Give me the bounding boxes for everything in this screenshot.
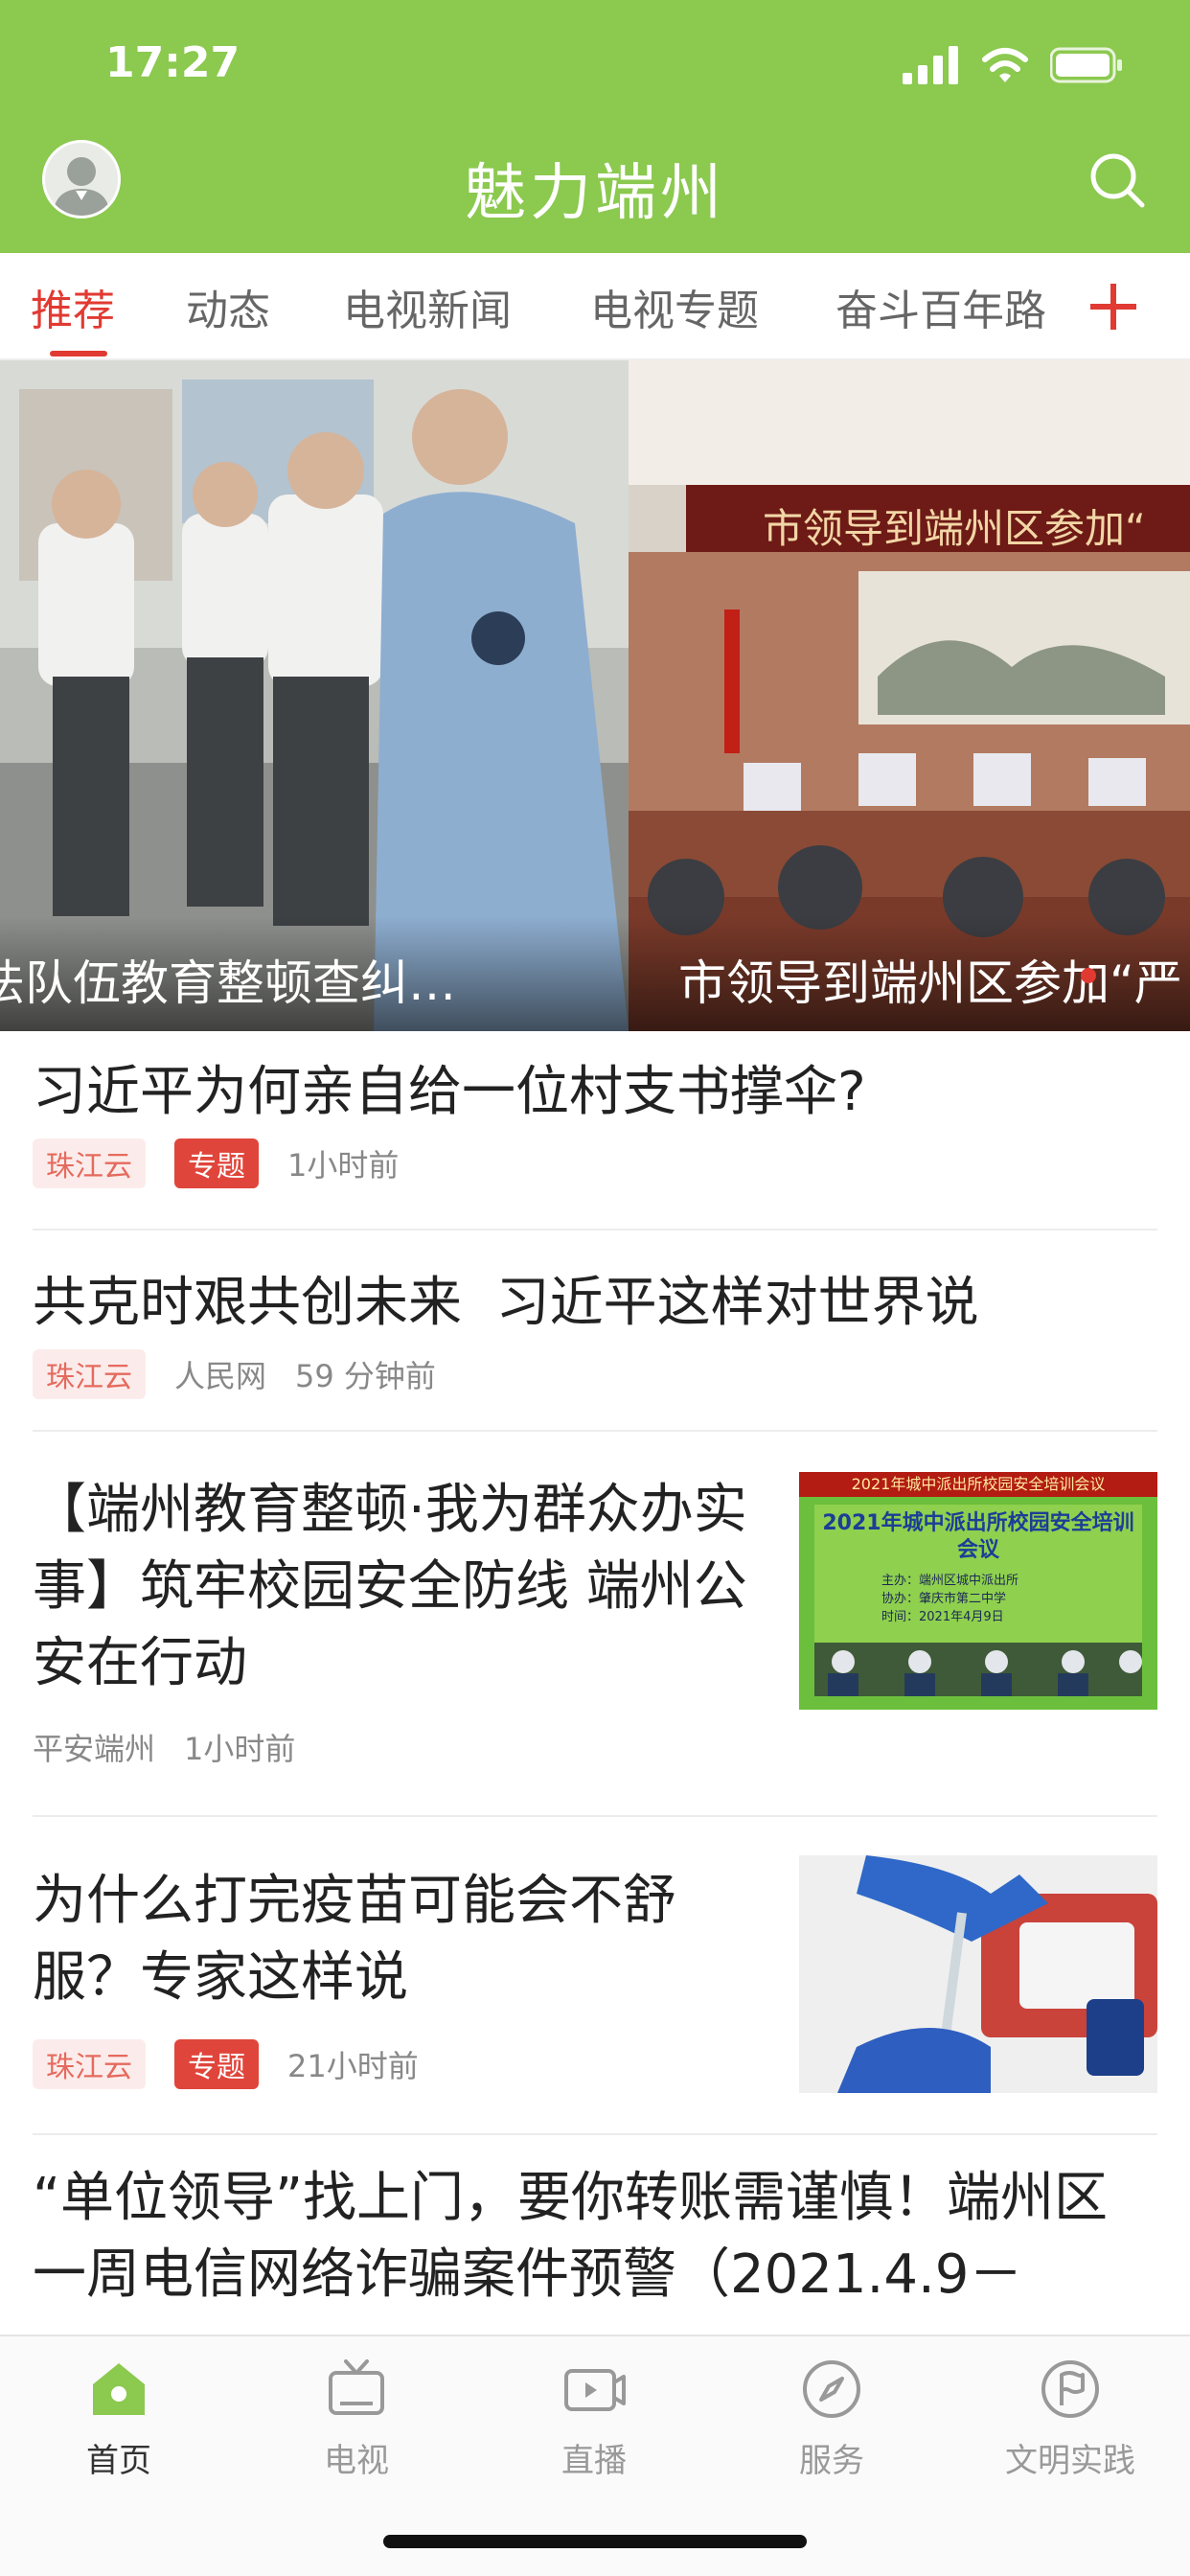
thumbnail-banner-text: 2021年城中派出所校园安全培训会议 [799,1472,1157,1497]
article-time: 59 分钟前 [295,1358,436,1394]
banner-caption: 市领导到端州区参加“严 [678,955,1182,1011]
banner-sign-text: 市领导到端州区参加“ [763,505,1146,552]
wifi-icon [982,48,1028,82]
home-indicator [383,2535,807,2548]
article-item[interactable]: 【端州教育整顿·我为群众办实事】筑牢校园安全防线 端州公安在行动 平安端州 1小… [33,1432,1157,1817]
article-item[interactable]: 共克时艰共创未来 习近平这样对世界说 珠江云 人民网 59 分钟前 [33,1230,1157,1432]
article-time: 1小时前 [287,1147,400,1184]
battery-icon [1050,47,1122,83]
article-meta: 珠江云 专题 1小时前 [33,1138,1157,1188]
article-meta: 珠江云 人民网 59 分钟前 [33,1349,1157,1399]
tab-tv-special[interactable]: 电视专题 [590,276,759,337]
source-tag: 珠江云 [33,2039,146,2089]
thumbnail-title: 2021年城中派出所校园安全培训会议 [822,1511,1134,1562]
banner-carousel[interactable]: 法队伍教育整顿查纠… 市领导到端州区参加“ 市领导到端州区参加“严 [0,360,1190,1031]
status-time: 17:27 [105,38,240,87]
flag-icon [1041,2360,1099,2418]
tab-recommend[interactable]: 推荐 [31,276,115,337]
search-icon[interactable] [1087,150,1148,211]
add-channel-icon[interactable] [1085,278,1142,335]
carousel-dot-active[interactable] [1081,968,1096,983]
tab-label: 服务 [799,2442,864,2480]
thumbnail-audience [814,1643,1142,1696]
tab-label: 电视 [324,2442,389,2480]
article-title: 习近平为何亲自给一位村支书撑伞? [33,1061,866,1123]
tab-label: 直播 [561,2442,627,2480]
channel-tabs: 推荐 动态 电视新闻 电视专题 奋斗百年路 [0,253,1190,360]
status-icons [903,42,1123,88]
tab-tv-news[interactable]: 电视新闻 [343,276,512,337]
tab-service[interactable]: 服务 [713,2356,950,2481]
tab-label: 首页 [86,2442,151,2480]
article-item[interactable]: 为什么打完疫苗可能会不舒服？专家这样说 珠江云 专题 21小时前 [33,1817,1157,2135]
thumbnail-line: 主办：端州区城中派出所 [881,1574,1019,1588]
tab-label: 文明实践 [1005,2442,1135,2480]
active-tab-indicator [50,351,107,356]
source-tag: 珠江云 [33,1349,146,1399]
tab-centennial[interactable]: 奋斗百年路 [835,276,1046,337]
article-meta: 平安端州 1小时前 [33,1725,1157,1769]
banner-caption-overlay: 市领导到端州区参加“严 [629,916,1190,1031]
article-title: 【端州教育整顿·我为群众办实事】筑牢校园安全防线 端州公安在行动 [33,1479,747,1694]
banner-slide[interactable]: 市领导到端州区参加“ 市领导到端州区参加“严 [629,360,1190,1031]
tab-civilization-practice[interactable]: 文明实践 [950,2356,1190,2481]
topic-tag: 专题 [174,2039,259,2089]
thumbnail-line: 协办：肇庆市第二中学 [881,1592,1007,1606]
article-time: 1小时前 [184,1731,296,1767]
article-item[interactable]: 习近平为何亲自给一位村支书撑伞? 珠江云 专题 1小时前 [33,1031,1157,1230]
live-video-icon [564,2369,626,2411]
tab-home[interactable]: 首页 [0,2356,238,2481]
compass-icon [803,2360,860,2418]
app-header: 17:27 魅力端州 [0,0,1190,253]
banner-caption: 法队伍教育整顿查纠… [0,955,456,1011]
article-title: 为什么打完疫苗可能会不舒服？专家这样说 [33,1870,676,2009]
tv-icon [329,2359,384,2415]
article-title: “单位领导”找上门，要你转账需谨慎！端州区一周电信网络诈骗案件预警（2021.4… [33,2167,1109,2306]
article-source: 人民网 [174,1358,267,1394]
banner-slide[interactable]: 法队伍教育整顿查纠… [0,360,629,1031]
tab-news-feed[interactable]: 动态 [186,276,270,337]
source-tag: 珠江云 [33,1138,146,1188]
topic-tag: 专题 [174,1138,259,1188]
thumbnail-line: 时间：2021年4月9日 [881,1610,1004,1624]
tab-tv[interactable]: 电视 [238,2356,475,2481]
tab-live[interactable]: 直播 [475,2356,713,2481]
banner-caption-overlay: 法队伍教育整顿查纠… [0,916,629,1031]
thumbnail-board: 2021年城中派出所校园安全培训会议 主办：端州区城中派出所 协办：肇庆市第二中… [814,1505,1142,1696]
home-icon [93,2363,145,2415]
article-title: 共克时艰共创未来 习近平这样对世界说 [33,1272,979,1334]
article-thumbnail: 2021年城中派出所校园安全培训会议 2021年城中派出所校园安全培训会议 主办… [799,1472,1157,1710]
article-thumbnail [799,1855,1157,2093]
article-time: 21小时前 [287,2048,419,2084]
article-item[interactable]: “单位领导”找上门，要你转账需谨慎！端州区一周电信网络诈骗案件预警（2021.4… [33,2135,1157,2334]
app-title: 魅力端州 [465,158,725,229]
article-source: 平安端州 [33,1731,156,1767]
signal-icon [903,46,958,84]
